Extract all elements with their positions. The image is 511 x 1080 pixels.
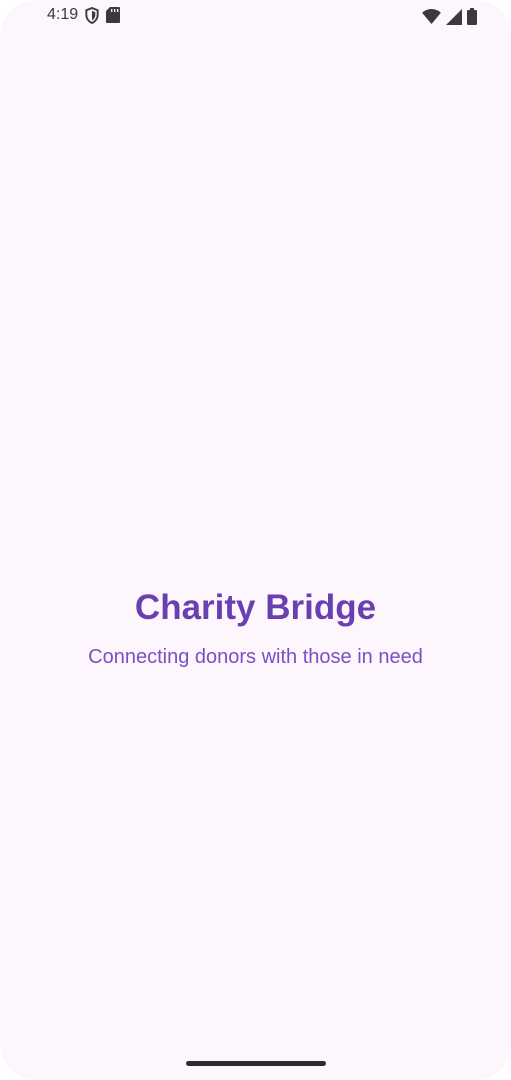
app-tagline: Connecting donors with those in need xyxy=(88,646,423,668)
battery-icon xyxy=(467,8,477,25)
gesture-navigation-handle[interactable] xyxy=(186,1061,326,1066)
wifi-icon xyxy=(422,9,441,24)
cellular-signal-icon xyxy=(446,8,462,25)
sd-card-icon xyxy=(106,7,121,23)
splash-screen: 4:19 Charity Bridge Connecting donors wi… xyxy=(0,0,511,1080)
app-title: Charity Bridge xyxy=(134,588,377,627)
status-bar-left: 4:19 xyxy=(47,6,121,24)
status-time: 4:19 xyxy=(47,6,79,23)
status-bar: 4:19 xyxy=(0,0,511,34)
shield-icon xyxy=(84,6,100,24)
status-bar-right xyxy=(422,8,477,25)
splash-content: Charity Bridge Connecting donors with th… xyxy=(0,586,511,670)
